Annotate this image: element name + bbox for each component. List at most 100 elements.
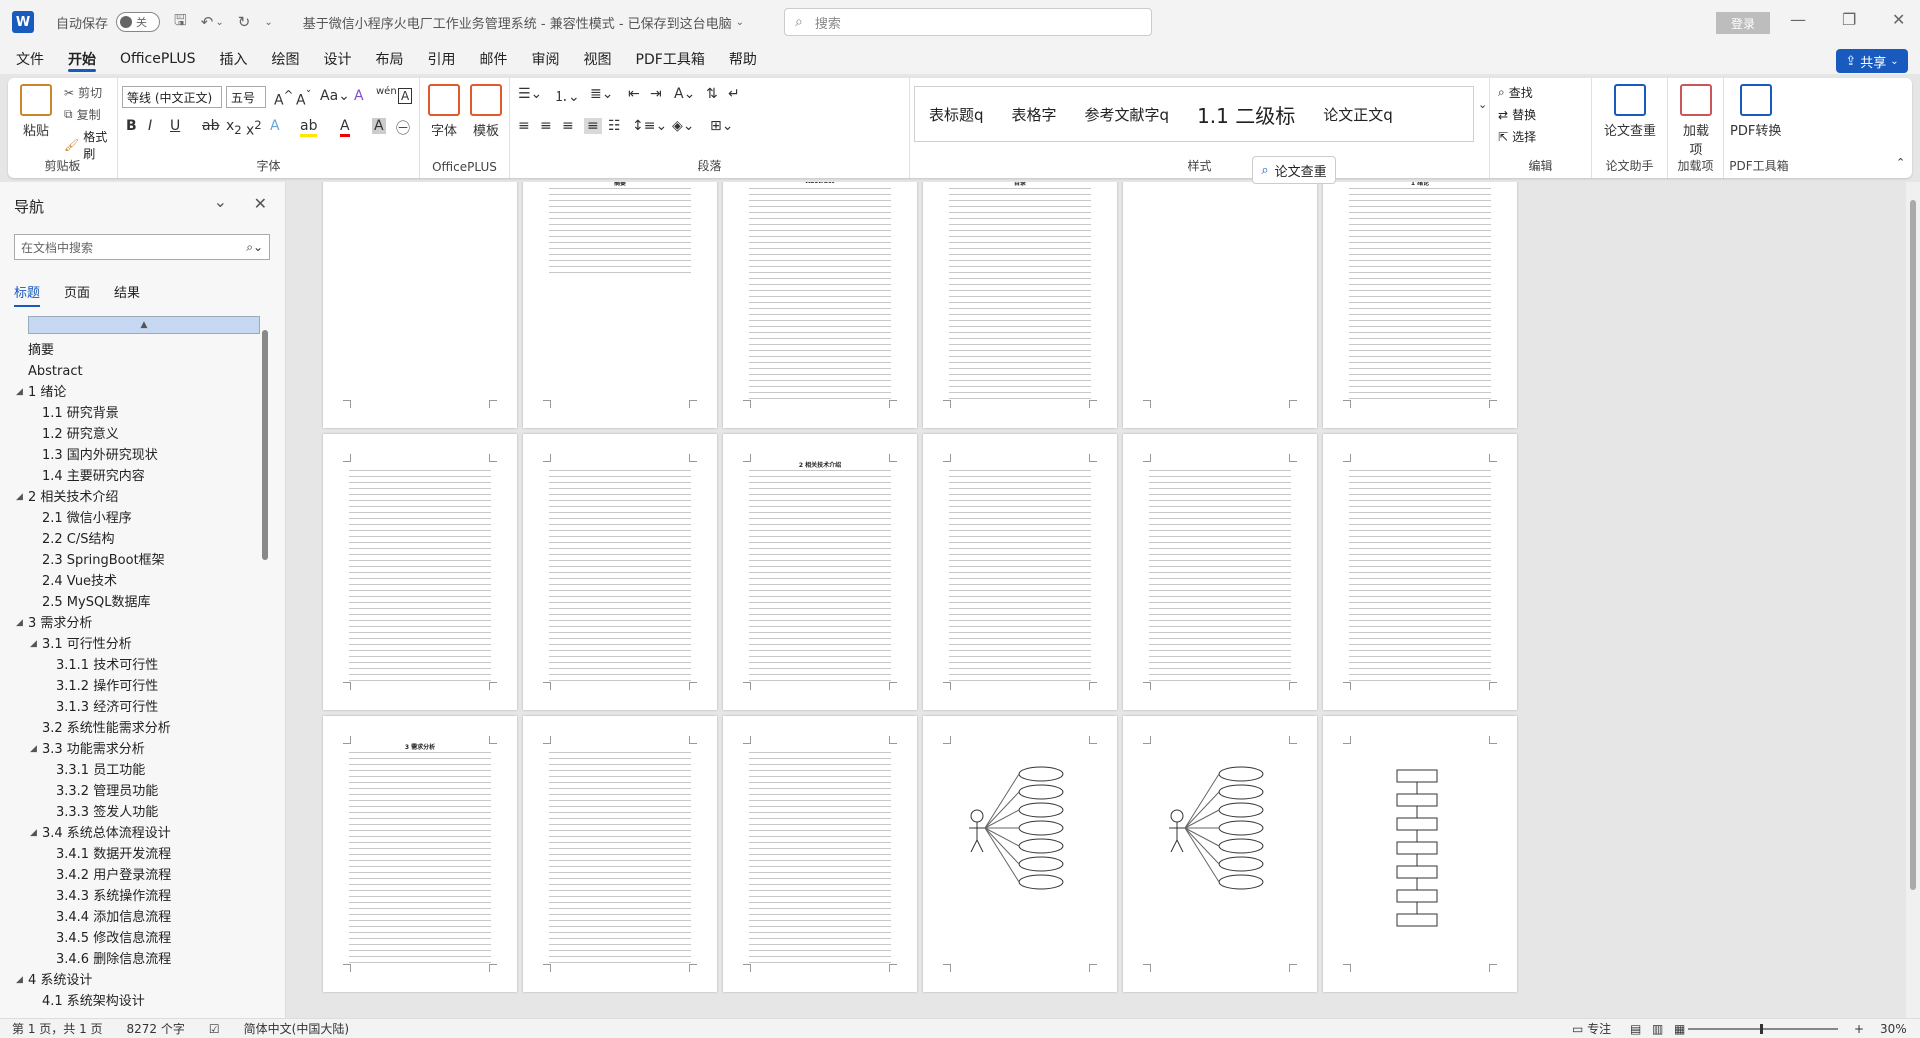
menu-tab-7[interactable]: 引用 xyxy=(416,44,468,74)
nav-heading-item[interactable]: ◢ 3.4 系统总体流程设计 xyxy=(14,823,270,844)
nav-heading-item[interactable]: 2.2 C/S结构 xyxy=(14,529,270,550)
nav-search-icon[interactable]: ⌕⌄ xyxy=(246,240,263,255)
multilevel-list-icon[interactable]: ≣⌄ xyxy=(590,86,613,102)
nav-tab-0[interactable]: 标题 xyxy=(14,282,41,307)
highlight-icon[interactable]: ab xyxy=(300,118,318,137)
nav-heading-item[interactable]: 3.4.3 系统操作流程 xyxy=(14,886,270,907)
doc-scrollbar[interactable] xyxy=(1906,182,1920,1018)
nav-heading-item[interactable]: 摘要 xyxy=(14,340,270,361)
nav-heading-item[interactable]: 1.2 研究意义 xyxy=(14,424,270,445)
search-input[interactable]: ⌕ 搜索 xyxy=(784,8,1152,36)
nav-heading-item[interactable]: 3.4.5 修改信息流程 xyxy=(14,928,270,949)
menu-tab-11[interactable]: PDF工具箱 xyxy=(624,44,717,74)
font-name-combo[interactable]: 等线 (中文正文) xyxy=(122,86,222,108)
align-center-icon[interactable]: ≡ xyxy=(540,118,552,134)
menu-tab-0[interactable]: 文件 xyxy=(4,44,56,74)
text-effects-icon[interactable]: A xyxy=(270,118,280,134)
superscript-icon[interactable]: x2 xyxy=(246,118,262,139)
menu-tab-3[interactable]: 插入 xyxy=(208,44,260,74)
document-page[interactable]: 2 相关技术介绍 xyxy=(723,434,917,710)
char-shading-icon[interactable]: A xyxy=(372,118,386,134)
print-layout-icon[interactable]: ▥ xyxy=(1652,1022,1663,1036)
nav-heading-item[interactable]: ◢ 3 需求分析 xyxy=(14,613,270,634)
clear-format-icon[interactable]: A xyxy=(354,88,364,104)
shrink-font-icon[interactable]: Aˇ xyxy=(296,88,311,109)
document-page[interactable] xyxy=(1123,182,1317,428)
nav-tab-2[interactable]: 结果 xyxy=(114,282,140,307)
collapse-triangle-icon[interactable]: ◢ xyxy=(30,823,37,844)
collapse-triangle-icon[interactable]: ◢ xyxy=(16,970,23,991)
nav-heading-item[interactable]: 3.1.3 经济可行性 xyxy=(14,697,270,718)
paste-button[interactable]: 粘贴 xyxy=(20,84,52,139)
collapse-triangle-icon[interactable]: ◢ xyxy=(30,739,37,760)
collapse-triangle-icon[interactable]: ◢ xyxy=(16,613,23,634)
char-border-icon[interactable]: A xyxy=(398,88,413,104)
nav-close-icon[interactable]: ✕ xyxy=(254,194,267,213)
bullets-icon[interactable]: ☰⌄ xyxy=(518,86,542,102)
nav-tab-1[interactable]: 页面 xyxy=(64,282,90,307)
autosave-toggle[interactable]: 关 xyxy=(116,12,161,32)
numbering-icon[interactable]: ⒈⌄ xyxy=(554,86,580,106)
document-page[interactable] xyxy=(923,716,1117,992)
page-count[interactable]: 第 1 页，共 1 页 xyxy=(12,1020,103,1037)
borders-icon[interactable]: ⊞⌄ xyxy=(710,118,733,134)
align-right-icon[interactable]: ≡ xyxy=(562,118,574,134)
nav-heading-item[interactable]: ◢ 2 相关技术介绍 xyxy=(14,487,270,508)
font-size-combo[interactable]: 五号 xyxy=(226,86,266,108)
paper-check-float-button[interactable]: ⌕ 论文查重 xyxy=(1252,156,1336,184)
enclose-char-icon[interactable]: ㊀ xyxy=(396,118,410,138)
nav-heading-item[interactable]: Abstract xyxy=(14,361,270,382)
line-spacing-icon[interactable]: ↕≡⌄ xyxy=(632,118,667,134)
doc-scroll-thumb[interactable] xyxy=(1910,200,1916,890)
web-layout-icon[interactable]: ▦ xyxy=(1674,1022,1685,1036)
redo-icon[interactable]: ↻ xyxy=(238,13,251,31)
subscript-icon[interactable]: x2 xyxy=(226,118,242,137)
nav-heading-item[interactable]: 3.4.6 删除信息流程 xyxy=(14,949,270,970)
nav-heading-item[interactable]: 1.4 主要研究内容 xyxy=(14,466,270,487)
document-page[interactable] xyxy=(1123,434,1317,710)
collapse-triangle-icon[interactable]: ◢ xyxy=(16,382,23,403)
chinese-layout-icon[interactable]: A⌄ xyxy=(674,86,695,102)
document-area[interactable]: 摘要 Abstract 目录 1 绪论 2 相关技术介绍 3 需求分析 xyxy=(287,182,1920,1018)
document-page[interactable] xyxy=(923,434,1117,710)
menu-tab-4[interactable]: 绘图 xyxy=(260,44,312,74)
document-page[interactable] xyxy=(1323,716,1517,992)
shading-icon[interactable]: ◈⌄ xyxy=(672,118,695,134)
document-page[interactable] xyxy=(1123,716,1317,992)
officeplus-template-button[interactable]: 模板 xyxy=(470,84,502,139)
share-button[interactable]: ⇪ 共享 ⌄ xyxy=(1836,49,1908,73)
document-page[interactable]: 3 需求分析 xyxy=(323,716,517,992)
nav-heading-item[interactable]: ◢ 1 绪论 xyxy=(14,382,270,403)
replace-button[interactable]: ⇄ 替换 xyxy=(1498,106,1536,123)
nav-heading-item[interactable]: 2.5 MySQL数据库 xyxy=(14,592,270,613)
document-page[interactable] xyxy=(323,434,517,710)
collapse-triangle-icon[interactable]: ◢ xyxy=(16,487,23,508)
nav-heading-item[interactable]: 2.3 SpringBoot框架 xyxy=(14,550,270,571)
grow-font-icon[interactable]: A^ xyxy=(274,88,293,109)
align-left-icon[interactable]: ≡ xyxy=(518,118,530,134)
nav-heading-item[interactable]: 3.1.2 操作可行性 xyxy=(14,676,270,697)
document-page[interactable]: 目录 xyxy=(923,182,1117,428)
zoom-level[interactable]: 30% xyxy=(1880,1022,1907,1036)
menu-tab-12[interactable]: 帮助 xyxy=(717,44,769,74)
nav-heading-item[interactable]: 1.1 研究背景 xyxy=(14,403,270,424)
font-color-icon[interactable]: A xyxy=(340,118,350,137)
nav-heading-item[interactable]: 3.2 系统性能需求分析 xyxy=(14,718,270,739)
minimize-icon[interactable]: — xyxy=(1790,10,1806,29)
document-page[interactable]: Abstract xyxy=(723,182,917,428)
document-page[interactable] xyxy=(1323,434,1517,710)
nav-scrollbar[interactable] xyxy=(261,316,269,1006)
nav-heading-item[interactable]: 3.3.2 管理员功能 xyxy=(14,781,270,802)
menu-tab-6[interactable]: 布局 xyxy=(364,44,416,74)
nav-heading-item[interactable]: 3.4.1 数据开发流程 xyxy=(14,844,270,865)
nav-heading-item[interactable]: ◢ 3.3 功能需求分析 xyxy=(14,739,270,760)
justify-icon[interactable]: ≡ xyxy=(584,118,602,134)
copy-button[interactable]: ⧉ 复制 xyxy=(64,106,101,123)
menu-tab-1[interactable]: 开始 xyxy=(56,44,108,74)
distribute-icon[interactable]: ☷ xyxy=(608,118,621,134)
menu-tab-10[interactable]: 视图 xyxy=(572,44,624,74)
save-icon[interactable]: 🖫 xyxy=(174,10,187,35)
menu-tab-5[interactable]: 设计 xyxy=(312,44,364,74)
nav-heading-item[interactable]: 3.4.4 添加信息流程 xyxy=(14,907,270,928)
language[interactable]: 简体中文(中国大陆) xyxy=(244,1020,349,1037)
